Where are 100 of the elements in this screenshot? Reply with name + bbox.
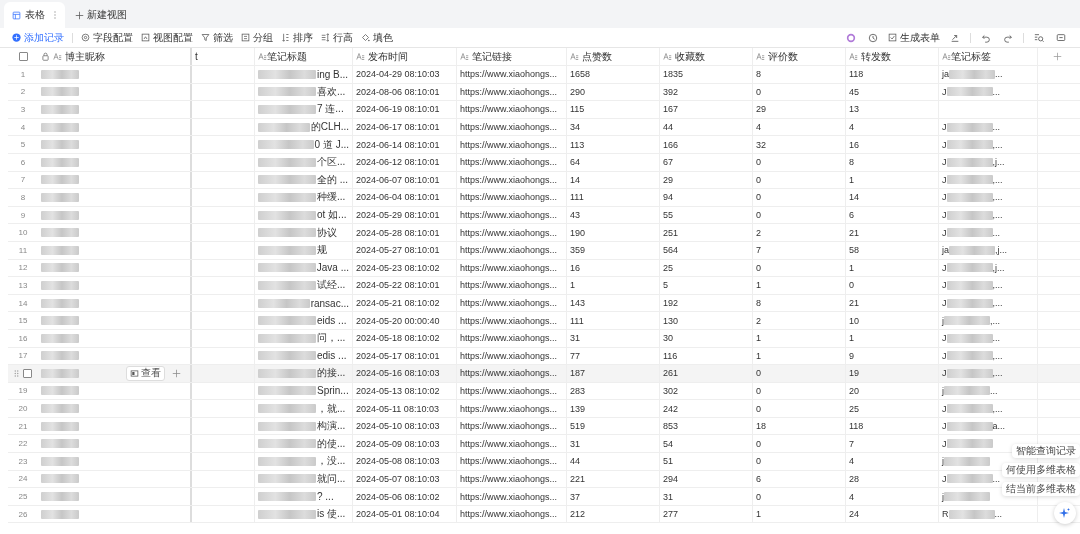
blurred-text [258,245,316,255]
table-cell: https://www.xiaohongs... [460,315,558,326]
column-title: 笔记标题 [267,49,307,64]
toolbar-button[interactable]: 分组 [237,29,277,46]
undo-icon[interactable] [981,32,991,43]
table-cell: 10 [849,315,859,326]
table-cell: 115 [570,104,585,115]
row-number: 12 [17,263,29,273]
table-cell: https://www.xiaohongs... [460,473,558,484]
toolbar-button[interactable]: 行高 [317,29,357,46]
column-header[interactable]: t [192,48,255,65]
table-cell: https://www.xiaohongs... [460,245,558,256]
filter-icon [201,33,210,42]
redo-icon[interactable] [1003,32,1013,43]
search-icon[interactable] [1034,32,1044,43]
table-cell: 0 [756,210,761,221]
table-cell: 283 [570,386,586,396]
table-cell: https://www.xiaohongs... [460,280,558,291]
table-cell: 的CLH... [310,120,349,135]
table-cell: 54 [663,438,673,449]
ai-assistant-button[interactable] [1054,502,1076,524]
table-cell: https://www.xiaohongs... [460,69,558,80]
column-header[interactable]: 评价数 [753,48,846,65]
share-icon[interactable] [950,32,960,43]
toolbar-button[interactable]: 筛选 [197,29,237,46]
comment-icon[interactable] [1056,32,1066,43]
table-cell: 8 [849,157,854,168]
table-cell: J [942,473,947,484]
column-header[interactable]: 点赞数 [567,48,660,65]
suggestion-chip[interactable]: 何使用多维表格 [1002,463,1080,477]
column-header[interactable]: 笔记链接 [457,48,567,65]
drag-handle-icon[interactable] [14,368,19,378]
row-number: 6 [19,157,27,167]
blurred-text [946,192,993,202]
blurred-text [946,87,993,97]
new-view-button[interactable]: 新建视图 [65,2,137,28]
add-icon[interactable] [172,368,181,378]
toolbar-button[interactable]: 添加记录 [8,29,68,46]
blurred-text [258,69,316,79]
table-cell: ... [992,86,1000,97]
table-cell: ，没... [317,454,346,469]
text-field-icon [849,52,858,61]
toolbar-button[interactable]: 排序 [277,29,317,46]
blurred-text [258,175,316,185]
column-header[interactable]: 笔记标签 [939,48,1038,65]
blurred-text [258,509,316,519]
table-cell: 25 [663,262,673,273]
blurred-text [41,192,79,202]
column-header[interactable]: 收藏数 [660,48,753,65]
table-cell: 2024-05-23 08:10:02 [356,262,440,273]
row-height-icon [321,33,330,42]
table-cell: 28 [849,473,859,484]
column-header[interactable]: 博主昵称 [38,48,192,65]
generate-form-button[interactable]: 生成表单 [884,29,944,46]
blurred-text [944,492,990,502]
column-title: 笔记标签 [951,49,991,64]
blurred-text [949,245,995,255]
suggestion-chip[interactable]: 智能查询记录 [1012,444,1080,458]
table-cell: ja [942,69,949,80]
toolbar-button[interactable]: 填色 [357,29,397,46]
row-number: 23 [17,456,29,466]
row-checkbox[interactable] [23,368,32,378]
row-number: 24 [17,474,29,484]
table-cell: 2024-04-29 08:10:03 [356,69,440,80]
column-header[interactable]: 发布时间 [353,48,457,65]
ai-ring-icon[interactable] [846,32,856,43]
table-cell: 规 [317,243,327,258]
table-cell: ransac... [310,297,349,309]
toolbar-button[interactable]: 字段配置 [77,29,137,46]
plus-icon [75,10,84,20]
table-cell: 0 [756,86,761,97]
text-field-icon [460,52,469,61]
table-cell: https://www.xiaohongs... [460,122,558,133]
history-icon[interactable] [868,32,878,43]
view-record-button[interactable]: 查看 [126,365,165,381]
table-cell: 45 [849,86,859,97]
blurred-text [41,140,79,150]
add-column-icon[interactable] [1052,52,1062,61]
table-cell: 1835 [663,69,684,80]
table-cell: R [942,509,949,520]
column-header[interactable]: 笔记标题 [255,48,353,65]
sort-icon [281,33,290,42]
table-cell: https://www.xiaohongs... [460,333,558,344]
suggestion-chip[interactable]: 结当前多维表格 [1002,482,1080,496]
view-tab[interactable]: 表格 [4,2,65,28]
row-number: 10 [17,228,29,238]
blurred-text [258,421,316,431]
table-cell: ja [942,245,949,256]
table-cell: ... [992,122,1000,133]
toolbar-button[interactable]: 视图配置 [137,29,197,46]
select-all-checkbox[interactable] [18,52,28,61]
table-cell: 全的 ... [317,172,349,187]
table-cell: 6 [849,210,854,221]
table-cell: 31 [570,333,580,344]
blurred-text [944,386,990,396]
column-header[interactable]: 转发数 [846,48,939,65]
table-cell: 2024-05-08 08:10:03 [356,456,440,467]
table-cell: 111 [570,192,584,203]
table-cell: 2024-05-07 08:10:03 [356,473,440,484]
row-number: 26 [17,509,29,519]
